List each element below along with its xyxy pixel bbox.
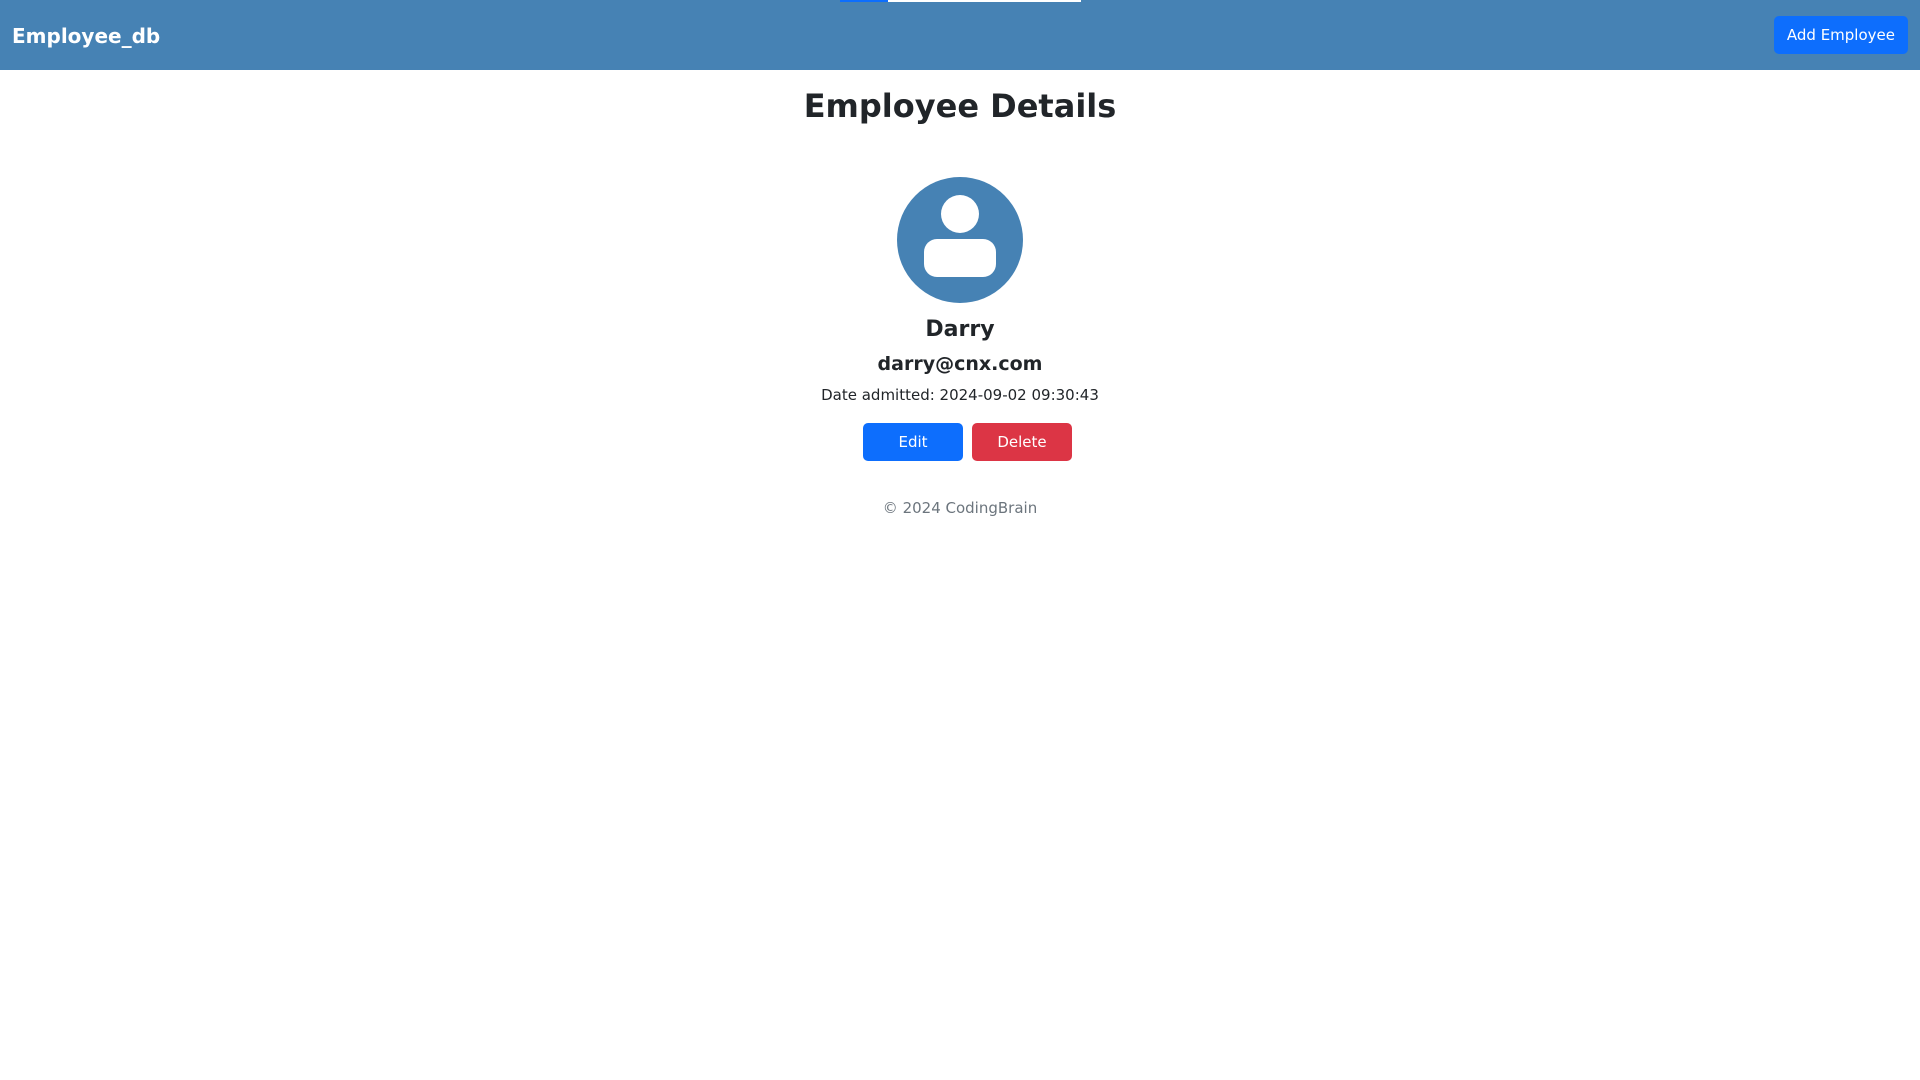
navbar: Employee_db Add Employee bbox=[0, 0, 1920, 70]
page-title: Employee Details bbox=[803, 87, 1117, 125]
nav-top-indicator-highlight bbox=[888, 0, 1081, 2]
add-employee-button[interactable]: Add Employee bbox=[1773, 16, 1908, 54]
employee-date-admitted: Date admitted: 2024-09-02 09:30:43 bbox=[821, 386, 1099, 404]
nav-top-indicator bbox=[840, 0, 888, 2]
navbar-brand[interactable]: Employee_db bbox=[12, 22, 160, 50]
user-avatar-icon bbox=[897, 177, 1023, 303]
delete-button[interactable]: Delete bbox=[972, 423, 1072, 461]
footer-copyright: © 2024 CodingBrain bbox=[882, 499, 1038, 517]
edit-button[interactable]: Edit bbox=[863, 423, 963, 461]
employee-name: Darry bbox=[925, 317, 995, 342]
employee-email: darry@cnx.com bbox=[877, 353, 1043, 375]
